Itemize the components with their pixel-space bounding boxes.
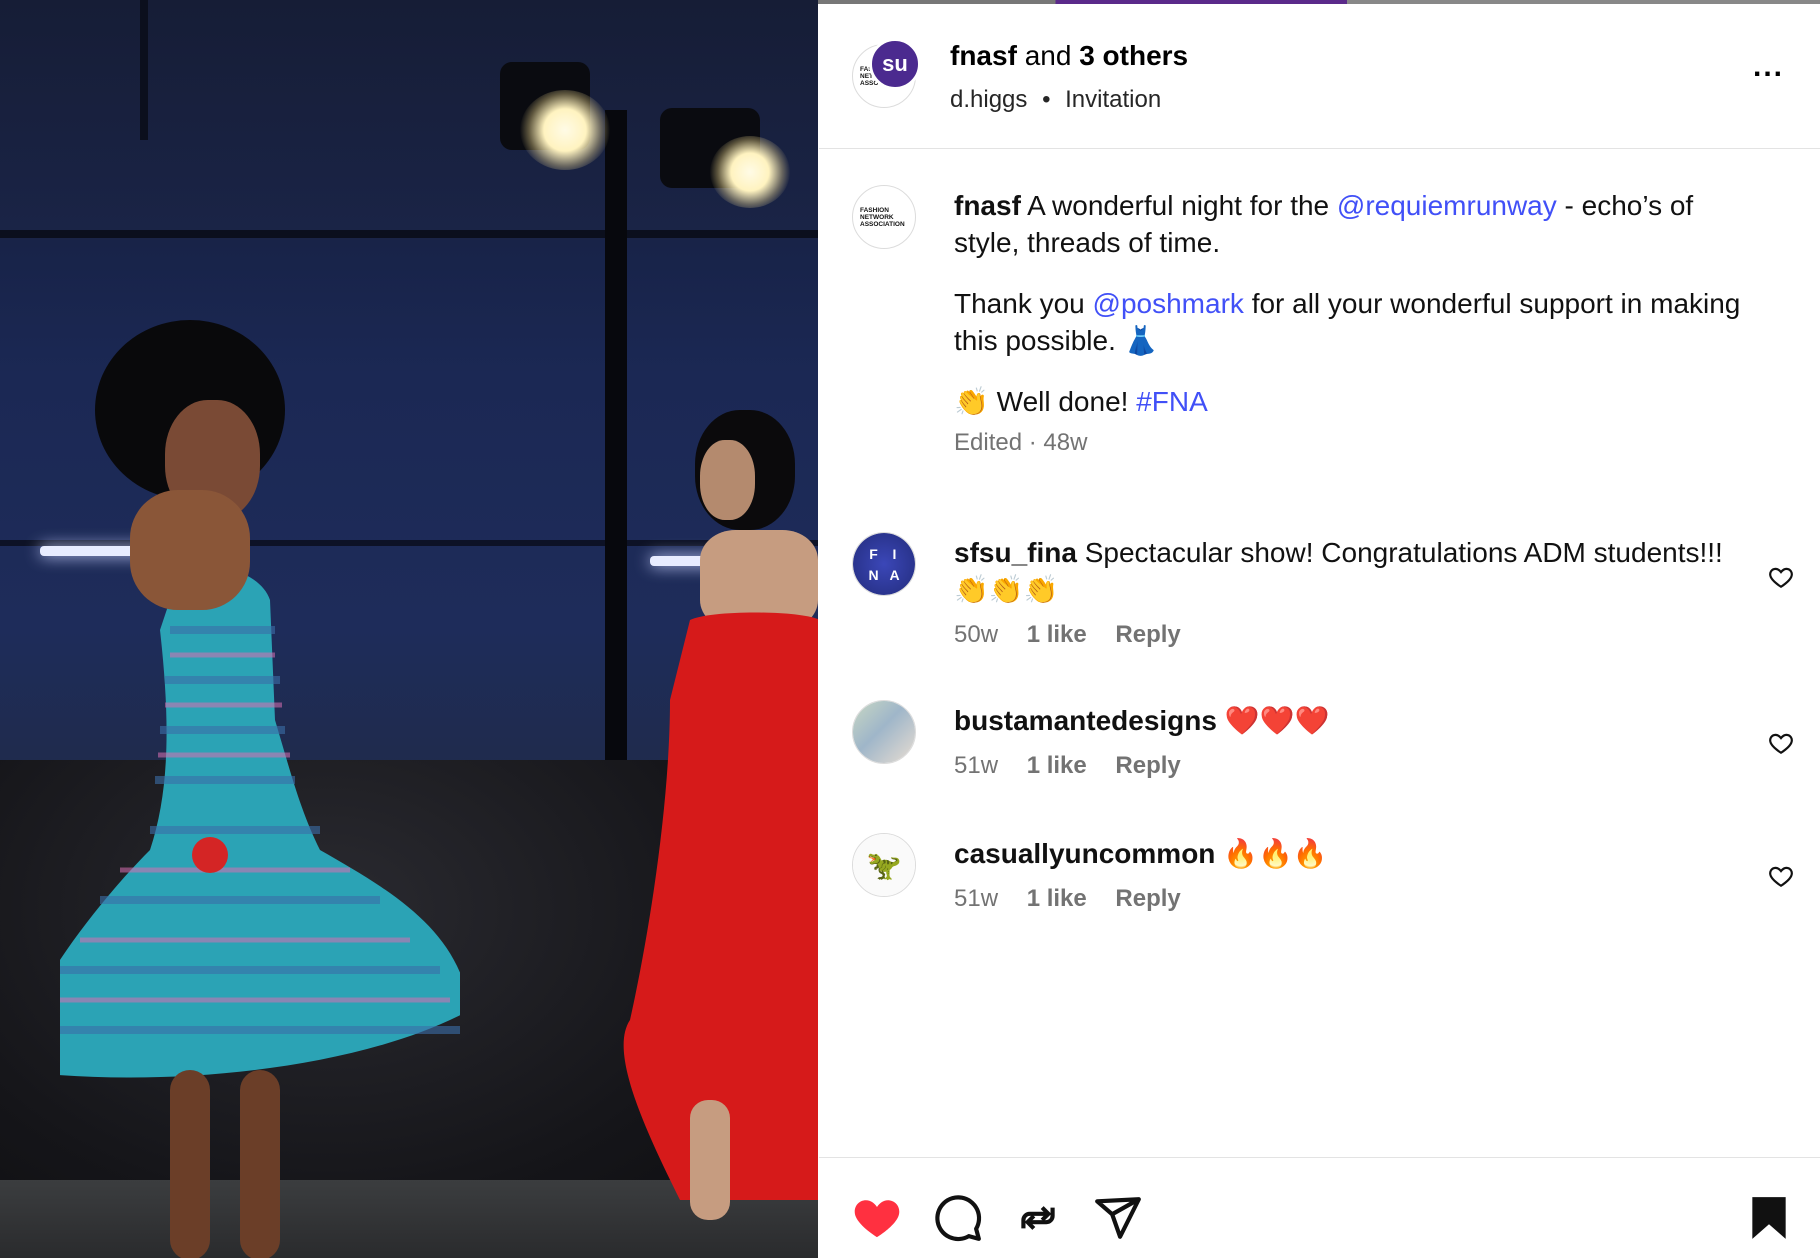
caption-text: 👏 Well done! bbox=[954, 386, 1129, 417]
heart-outline-icon[interactable] bbox=[1768, 730, 1794, 756]
logo-line: FASHION bbox=[860, 206, 889, 214]
caption-body: fnasf A wonderful night for the @requiem… bbox=[954, 187, 1754, 461]
comment-body: bustamantedesigns ❤️❤️❤️ 51w 1 like Repl… bbox=[954, 702, 1754, 784]
comment-text: 🔥🔥🔥 bbox=[1223, 838, 1328, 869]
comment-age: 50w bbox=[954, 621, 999, 648]
comment-avatar[interactable] bbox=[852, 700, 916, 764]
photo-beam bbox=[0, 230, 818, 238]
photo-model-teal bbox=[60, 570, 460, 1078]
photo-beam-vertical bbox=[140, 0, 148, 140]
comment-text: ❤️❤️❤️ bbox=[1224, 705, 1330, 736]
reply-button[interactable]: Reply bbox=[1115, 885, 1180, 912]
logo-line: ASSOCIATION bbox=[860, 220, 905, 228]
dinosaur-icon: 🦖 bbox=[853, 834, 915, 896]
mention-link[interactable]: @requiemrunway bbox=[1337, 190, 1557, 221]
fna-logo: FASHION NETWORK ASSOCIATION bbox=[853, 186, 915, 248]
logo-letter: F bbox=[869, 545, 878, 562]
comment-body: sfsu_fina Spectacular show! Congratulati… bbox=[954, 534, 1754, 653]
logo-line: NETWORK bbox=[860, 213, 894, 221]
comment-meta: 51w 1 like Reply bbox=[954, 747, 1754, 784]
logo-letter: A bbox=[889, 566, 900, 583]
logo-letter: I bbox=[892, 545, 897, 562]
separator-dot: • bbox=[1042, 86, 1051, 113]
comment-age: 51w bbox=[954, 885, 999, 912]
caption-meta: Edited · 48w bbox=[954, 429, 1088, 456]
caption-paragraph-1: fnasf A wonderful night for the @requiem… bbox=[954, 187, 1754, 261]
fina-logo: F I N A bbox=[853, 533, 915, 595]
comment-username[interactable]: casuallyuncommon bbox=[954, 838, 1215, 869]
coauthor-avatar-badge: su bbox=[882, 51, 908, 76]
post-authors[interactable]: fnasf and 3 others bbox=[950, 40, 1188, 72]
authors-and: and bbox=[1024, 40, 1072, 71]
comment-age: 51w bbox=[954, 752, 999, 779]
comment-username[interactable]: bustamantedesigns bbox=[954, 705, 1217, 736]
heart-outline-icon[interactable] bbox=[1768, 863, 1794, 889]
photo-spotlight bbox=[520, 90, 610, 170]
comment-body: casuallyuncommon 🔥🔥🔥 51w 1 like Reply bbox=[954, 835, 1754, 917]
heart-filled-icon[interactable] bbox=[852, 1193, 902, 1243]
others-link[interactable]: 3 others bbox=[1079, 40, 1188, 71]
photo-model-leg bbox=[240, 1070, 280, 1258]
logo-letter: N bbox=[868, 566, 879, 583]
caption-paragraph-2: Thank you @poshmark for all your wonderf… bbox=[954, 285, 1754, 359]
photo-model2-face bbox=[700, 440, 755, 520]
caption-username[interactable]: fnasf bbox=[954, 190, 1021, 221]
mention-link[interactable]: @poshmark bbox=[1093, 288, 1244, 319]
reply-button[interactable]: Reply bbox=[1115, 621, 1180, 648]
post-action-bar bbox=[819, 1157, 1820, 1259]
more-options-icon[interactable]: ... bbox=[1753, 52, 1784, 82]
hashtag-link[interactable]: #FNA bbox=[1136, 386, 1208, 417]
photo-model-shoulders bbox=[130, 490, 250, 610]
comment-avatar[interactable]: F I N A bbox=[852, 532, 916, 596]
photo-model-leg bbox=[170, 1070, 210, 1258]
invited-by-user[interactable]: d.higgs bbox=[950, 86, 1027, 113]
post-panel: FASHION NETWORK ASSOCIATION su fnasf and… bbox=[819, 4, 1820, 1258]
bookmark-filled-icon[interactable] bbox=[1744, 1193, 1794, 1243]
invitation-tag: Invitation bbox=[1065, 86, 1162, 113]
photo-model2-leg bbox=[690, 1100, 730, 1220]
comment-likes[interactable]: 1 like bbox=[1027, 752, 1087, 779]
caption-avatar[interactable]: FASHION NETWORK ASSOCIATION bbox=[852, 185, 916, 249]
repost-icon[interactable] bbox=[1013, 1193, 1063, 1243]
photo-spotlight bbox=[710, 136, 790, 208]
coauthor-avatar[interactable]: su bbox=[869, 38, 921, 90]
profile-photo bbox=[853, 701, 915, 763]
post-header: FASHION NETWORK ASSOCIATION su fnasf and… bbox=[819, 4, 1820, 149]
comment-meta: 50w 1 like Reply bbox=[954, 616, 1754, 653]
comment-avatar[interactable]: 🦖 bbox=[852, 833, 916, 897]
comment-meta: 51w 1 like Reply bbox=[954, 880, 1754, 917]
caption-text: Thank you bbox=[954, 288, 1085, 319]
heart-outline-icon[interactable] bbox=[1768, 564, 1794, 590]
share-icon[interactable] bbox=[1093, 1193, 1143, 1243]
author-username[interactable]: fnasf bbox=[950, 40, 1017, 71]
caption-text: A wonderful night for the bbox=[1027, 190, 1330, 221]
post-subline: d.higgs • Invitation bbox=[950, 86, 1161, 114]
comment-username[interactable]: sfsu_fina bbox=[954, 537, 1077, 568]
comment-icon[interactable] bbox=[933, 1193, 983, 1243]
comment-likes[interactable]: 1 like bbox=[1027, 621, 1087, 648]
comments-section: FASHION NETWORK ASSOCIATION fnasf A wond… bbox=[819, 149, 1820, 1159]
caption-paragraph-3: 👏 Well done! #FNA bbox=[954, 383, 1754, 420]
reply-button[interactable]: Reply bbox=[1115, 752, 1180, 779]
comment-likes[interactable]: 1 like bbox=[1027, 885, 1087, 912]
post-media-photo[interactable] bbox=[0, 0, 818, 1258]
